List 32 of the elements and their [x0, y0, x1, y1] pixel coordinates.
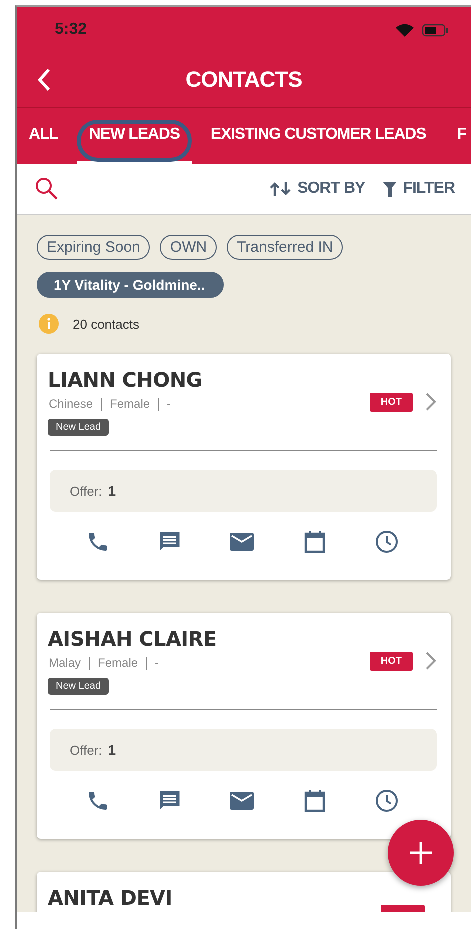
contact-detail: - — [167, 397, 172, 411]
contact-count: 20 contacts — [73, 316, 140, 332]
contact-name: LIANN CHONG — [48, 368, 204, 392]
tab[interactable]: ALL — [17, 108, 70, 164]
offer-count: 1 — [108, 483, 116, 499]
filter-chip[interactable]: Expiring Soon — [37, 235, 150, 260]
priority-badge: HOT — [370, 392, 413, 412]
contact-card[interactable]: AISHAH CLAIRE Malay Female - New Lead HOT Offer: 1 — [37, 613, 451, 839]
status-time: 5:32 — [55, 21, 88, 39]
page-title: CONTACTS — [184, 67, 304, 93]
sort-button[interactable]: SORT BY — [270, 180, 366, 198]
offer-count: 1 — [108, 742, 116, 758]
contact-card[interactable]: LIANN CHONG Chinese Female - New Lead HOT Offer: 1 — [37, 354, 451, 580]
contact-name: AISHAH CLAIRE — [48, 627, 218, 651]
priority-badge: HOT — [370, 652, 413, 670]
tab[interactable]: EXISTING CUSTOMER LEADS — [198, 108, 438, 164]
filter-button[interactable]: FILTER — [383, 180, 455, 198]
offer-label: Offer: — [70, 484, 102, 499]
contact-name: ANITA DEVI — [48, 886, 174, 910]
filter-chip[interactable]: OWN — [160, 235, 218, 260]
contact-card[interactable]: ANITA DEVI — [37, 872, 451, 912]
filter-chip[interactable]: 1Y Vitality - Goldmine.. — [37, 272, 224, 298]
contact-detail: - — [155, 656, 160, 670]
contact-detail: Female — [110, 397, 150, 411]
contact-detail: Female — [98, 656, 138, 670]
status-tag: New Lead — [48, 678, 110, 695]
tab[interactable]: F — [445, 108, 471, 164]
contact-detail: Chinese — [49, 397, 94, 411]
status-tag: New Lead — [48, 419, 110, 436]
offer-label: Offer: — [70, 743, 102, 758]
contact-detail: Malay — [49, 656, 82, 670]
filter-chip[interactable]: Transferred IN — [227, 235, 344, 260]
